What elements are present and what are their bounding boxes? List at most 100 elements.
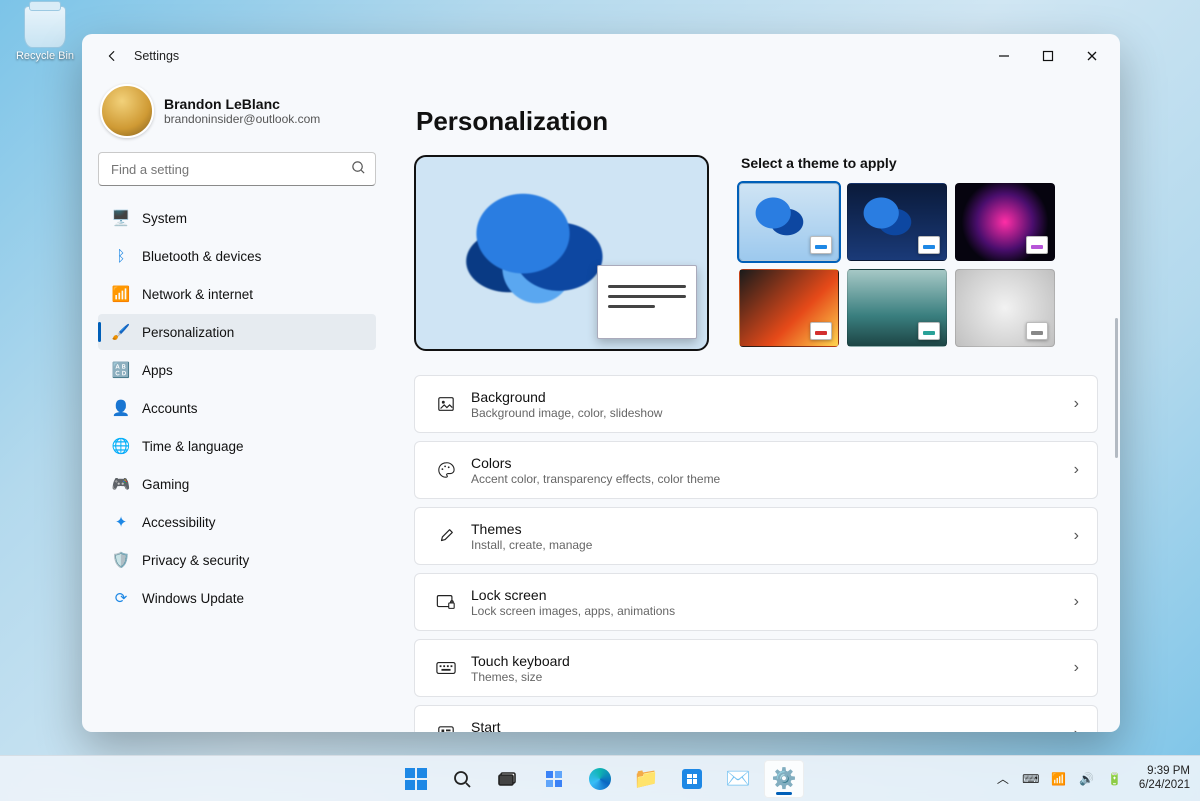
minimize-button[interactable]: [982, 41, 1026, 71]
card-start[interactable]: StartRecent apps and items, folders ›: [414, 705, 1098, 732]
settings-cards: BackgroundBackground image, color, slide…: [414, 375, 1098, 732]
search: [98, 152, 376, 186]
nav-system[interactable]: 🖥️System: [98, 200, 376, 236]
system-tray: ︿ ⌨ 📶 🔊 🔋 9:39 PM 6/24/2021: [993, 765, 1200, 791]
input-indicator-icon[interactable]: ⌨: [1021, 772, 1041, 786]
nav-label: Time & language: [142, 439, 244, 454]
lock-screen-icon: [433, 593, 459, 611]
paintbrush-icon: 🖌️: [112, 323, 130, 341]
start-button[interactable]: [396, 760, 436, 798]
wifi-icon: 📶: [112, 285, 130, 303]
taskbar-clock[interactable]: 9:39 PM 6/24/2021: [1133, 765, 1190, 791]
nav-time[interactable]: 🌐 Time & language: [98, 428, 376, 464]
theme-option-2[interactable]: [847, 183, 947, 261]
card-colors[interactable]: ColorsAccent color, transparency effects…: [414, 441, 1098, 499]
chevron-right-icon: ›: [1074, 395, 1079, 413]
nav-privacy[interactable]: 🛡️Privacy & security: [98, 542, 376, 578]
card-themes[interactable]: ThemesInstall, create, manage ›: [414, 507, 1098, 565]
recycle-bin-icon: [24, 6, 66, 48]
task-view[interactable]: [488, 760, 528, 798]
card-subtitle: Accent color, transparency effects, colo…: [471, 472, 1074, 486]
maximize-button[interactable]: [1026, 41, 1070, 71]
theme-option-3[interactable]: [955, 183, 1055, 261]
monitor-icon: 🖥️: [112, 209, 130, 227]
maximize-icon: [1042, 50, 1054, 62]
nav-label: Network & internet: [142, 287, 253, 302]
card-touch-keyboard[interactable]: Touch keyboardThemes, size ›: [414, 639, 1098, 697]
battery-icon[interactable]: 🔋: [1105, 772, 1125, 786]
clock-time: 9:39 PM: [1139, 765, 1190, 778]
theme-option-1[interactable]: [739, 183, 839, 261]
recycle-bin[interactable]: Recycle Bin: [10, 6, 80, 62]
arrow-left-icon: [105, 49, 119, 63]
card-title: Lock screen: [471, 587, 1074, 603]
card-background[interactable]: BackgroundBackground image, color, slide…: [414, 375, 1098, 433]
theme-option-5[interactable]: [847, 269, 947, 347]
nav-update[interactable]: ⟳Windows Update: [98, 580, 376, 616]
recycle-bin-label: Recycle Bin: [10, 50, 80, 62]
edge[interactable]: [580, 760, 620, 798]
taskbar-center: 📁 ✉️ ⚙️: [396, 760, 804, 798]
globe-clock-icon: 🌐: [112, 437, 130, 455]
file-explorer[interactable]: 📁: [626, 760, 666, 798]
back-button[interactable]: [98, 42, 126, 70]
preview-window-icon: [597, 265, 697, 339]
chevron-right-icon: ›: [1074, 527, 1079, 545]
tray-chevron-up-icon[interactable]: ︿: [993, 770, 1013, 787]
profile-email: brandoninsider@outlook.com: [164, 112, 320, 126]
theme-option-6[interactable]: [955, 269, 1055, 347]
page-title: Personalization: [416, 106, 1098, 137]
search-input[interactable]: [98, 152, 376, 186]
nav-label: Personalization: [142, 325, 234, 340]
window-title: Settings: [134, 49, 179, 63]
themes-title: Select a theme to apply: [741, 155, 1098, 171]
widgets[interactable]: [534, 760, 574, 798]
card-title: Colors: [471, 455, 1074, 471]
sidebar: Brandon LeBlanc brandoninsider@outlook.c…: [82, 78, 392, 732]
profile[interactable]: Brandon LeBlanc brandoninsider@outlook.c…: [100, 84, 374, 138]
card-title: Start: [471, 719, 1074, 733]
nav-label: Apps: [142, 363, 173, 378]
card-lockscreen[interactable]: Lock screenLock screen images, apps, ani…: [414, 573, 1098, 631]
theme-option-4[interactable]: [739, 269, 839, 347]
card-subtitle: Lock screen images, apps, animations: [471, 604, 1074, 618]
nav-gaming[interactable]: 🎮Gaming: [98, 466, 376, 502]
profile-name: Brandon LeBlanc: [164, 96, 320, 112]
wifi-tray-icon[interactable]: 📶: [1049, 772, 1069, 786]
nav-accessibility[interactable]: ✦Accessibility: [98, 504, 376, 540]
theme-grid: [739, 183, 1098, 347]
start-menu-icon: [433, 725, 459, 732]
mail[interactable]: ✉️: [718, 760, 758, 798]
store[interactable]: [672, 760, 712, 798]
close-button[interactable]: [1070, 41, 1114, 71]
card-title: Themes: [471, 521, 1074, 537]
close-icon: [1086, 50, 1098, 62]
apps-icon: 🔠: [112, 361, 130, 379]
nav-apps[interactable]: 🔠 Apps: [98, 352, 376, 388]
nav-label: Windows Update: [142, 591, 244, 606]
main-content: Personalization Select a theme to apply: [392, 78, 1120, 732]
chevron-right-icon: ›: [1074, 593, 1079, 611]
scrollbar[interactable]: [1115, 318, 1118, 458]
settings-app[interactable]: ⚙️: [764, 760, 804, 798]
nav-personalization[interactable]: 🖌️ Personalization: [98, 314, 376, 350]
widgets-icon: [544, 769, 564, 789]
avatar: [100, 84, 154, 138]
nav-network[interactable]: 📶 Network & internet: [98, 276, 376, 312]
nav-accounts[interactable]: 👤Accounts: [98, 390, 376, 426]
person-icon: 👤: [112, 399, 130, 417]
settings-window: Settings Brandon LeBlanc brandoninsider@…: [82, 34, 1120, 732]
chevron-right-icon: ›: [1074, 461, 1079, 479]
titlebar: Settings: [82, 34, 1120, 78]
gamepad-icon: 🎮: [112, 475, 130, 493]
card-subtitle: Install, create, manage: [471, 538, 1074, 552]
nav-label: Bluetooth & devices: [142, 249, 261, 264]
card-subtitle: Themes, size: [471, 670, 1074, 684]
windows-logo-icon: [405, 768, 427, 790]
keyboard-icon: [433, 661, 459, 675]
nav-bluetooth[interactable]: ᛒBluetooth & devices: [98, 238, 376, 274]
volume-icon[interactable]: 🔊: [1077, 772, 1097, 786]
taskbar-search[interactable]: [442, 760, 482, 798]
minimize-icon: [998, 50, 1010, 62]
accessibility-icon: ✦: [112, 513, 130, 531]
